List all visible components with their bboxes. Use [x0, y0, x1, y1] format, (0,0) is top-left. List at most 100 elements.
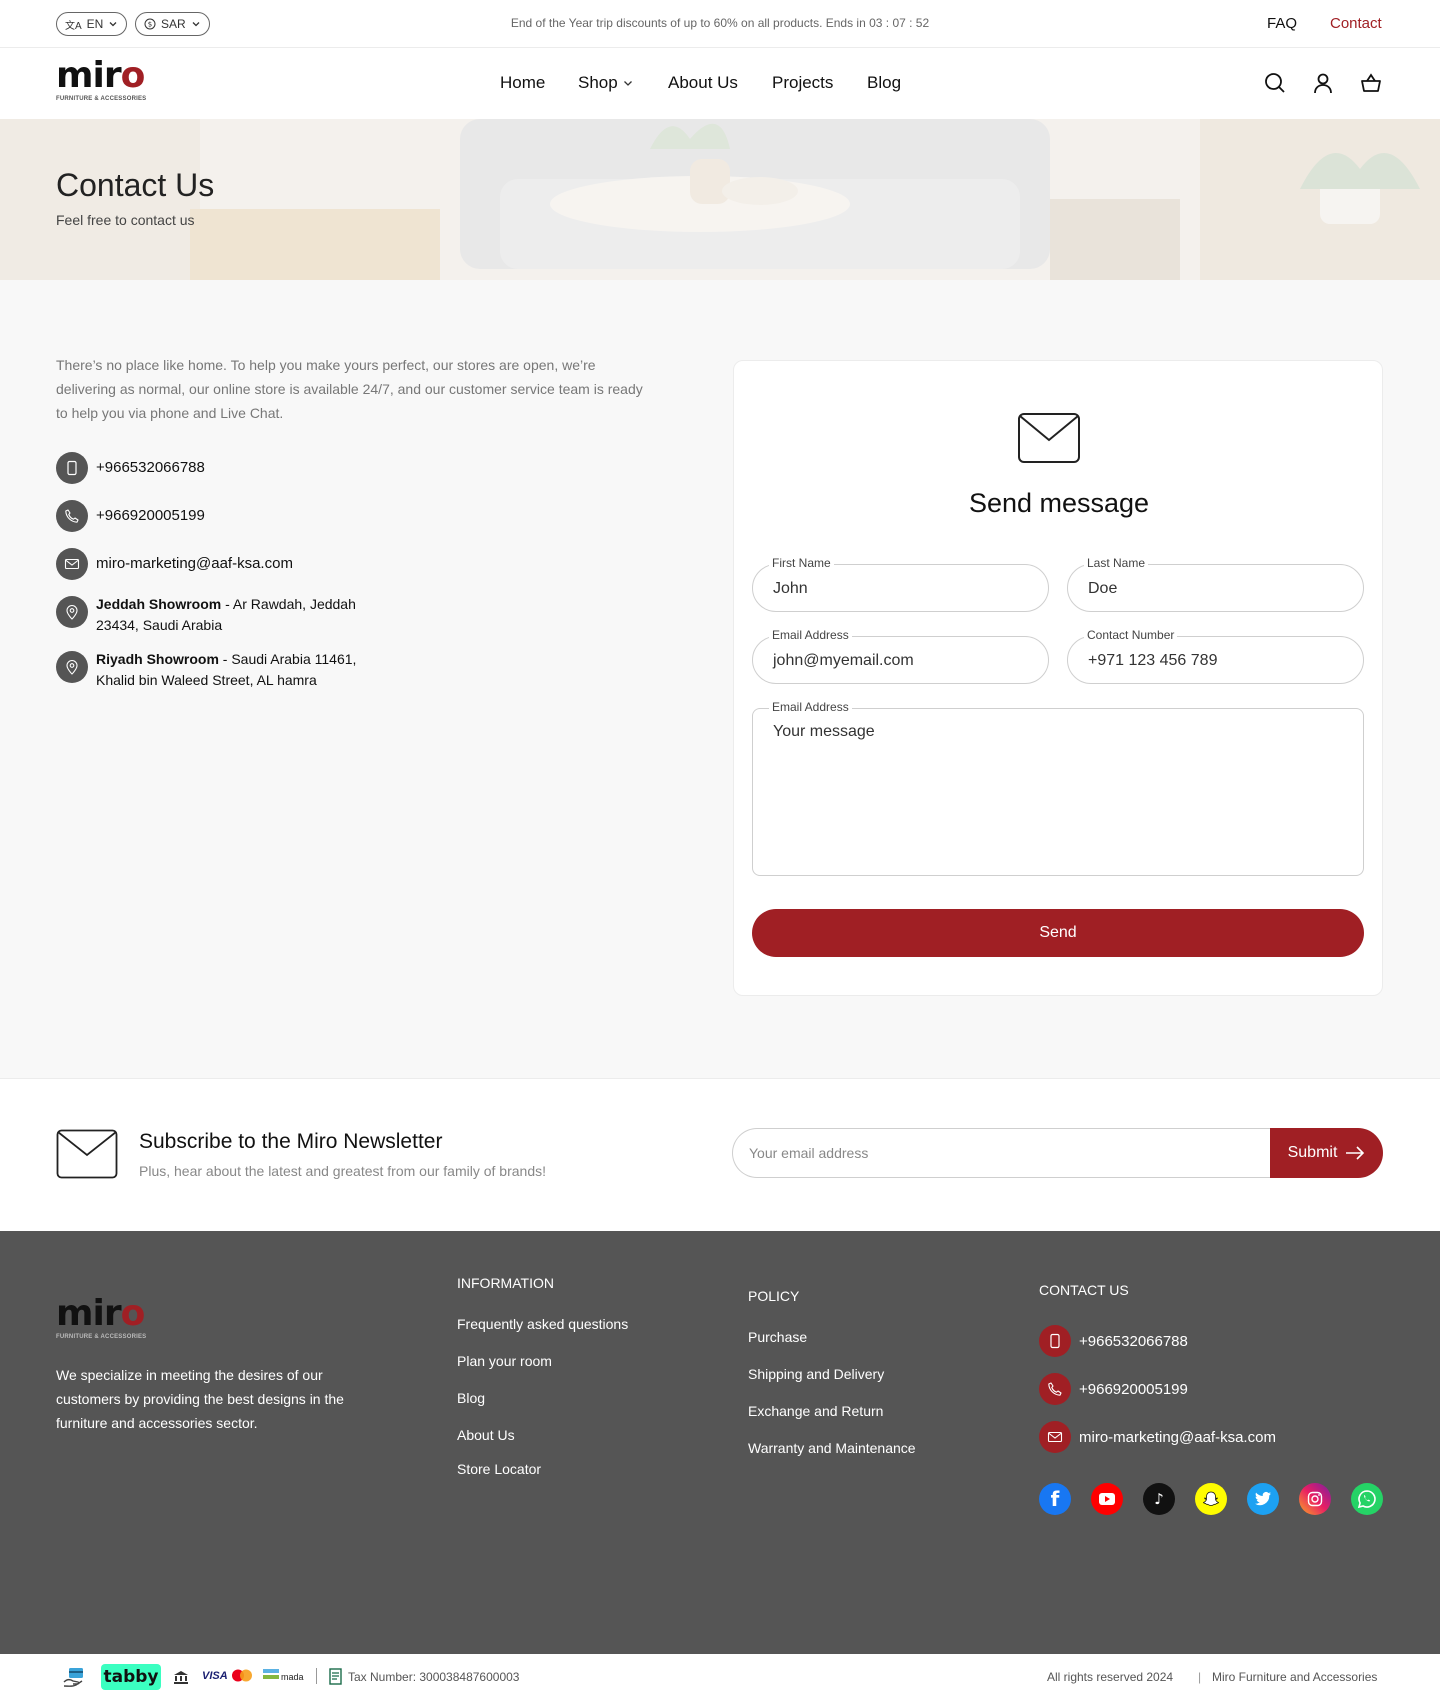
- contact-link[interactable]: Contact: [1330, 15, 1382, 32]
- message-textarea[interactable]: Email Address Your message: [752, 700, 1364, 876]
- nav-projects[interactable]: Projects: [772, 73, 833, 93]
- mastercard-icon: [231, 1669, 252, 1682]
- user-icon[interactable]: [1311, 71, 1335, 95]
- announcement-text: End of the Year trip discounts of up to …: [510, 16, 930, 30]
- tiktok-icon[interactable]: ♪: [1143, 1483, 1175, 1515]
- email-field[interactable]: Email Address john@myemail.com: [752, 628, 1049, 684]
- faq-link[interactable]: FAQ: [1267, 15, 1297, 32]
- location-pin-icon: [56, 596, 88, 628]
- language-value: EN: [86, 17, 104, 31]
- nav-about[interactable]: About Us: [668, 73, 738, 93]
- nav-projects-label: Projects: [772, 73, 834, 92]
- youtube-icon[interactable]: [1091, 1483, 1123, 1515]
- translate-icon: 文A: [65, 20, 82, 32]
- contact-mobile[interactable]: +966532066788: [56, 452, 205, 484]
- search-icon[interactable]: [1263, 71, 1287, 95]
- tax-document-icon: [329, 1668, 342, 1685]
- visa-label: VISA: [202, 1669, 228, 1682]
- first-name-field[interactable]: First Name John: [752, 556, 1049, 612]
- phone-icon: [56, 500, 88, 532]
- nav-shop[interactable]: Shop: [578, 73, 634, 93]
- send-button[interactable]: Send: [752, 909, 1364, 957]
- newsletter-title: Subscribe to the Miro Newsletter: [139, 1130, 443, 1153]
- mada-logo: mada: [263, 1667, 304, 1687]
- footer-description: We specialize in meeting the desires of …: [56, 1367, 344, 1431]
- message-label: Email Address: [769, 700, 852, 714]
- language-selector[interactable]: 文A EN: [56, 12, 128, 36]
- logo-accent-letter: o: [120, 1293, 146, 1334]
- tax-number: Tax Number: 300038487600003: [348, 1670, 520, 1684]
- company-name: Miro Furniture and Accessories: [1212, 1670, 1378, 1684]
- footer-contact-phone[interactable]: +966920005199: [1039, 1373, 1188, 1405]
- contact-phone[interactable]: +966920005199: [56, 500, 205, 532]
- footer-link-plan-room[interactable]: Plan your room: [457, 1353, 552, 1369]
- form-title: Send message: [968, 488, 1150, 518]
- footer-mobile-number: +966532066788: [1079, 1332, 1188, 1350]
- nav-blog[interactable]: Blog: [867, 73, 901, 93]
- main-header: miro FURNITURE & ACCESSORIES Home Shop A…: [0, 48, 1440, 119]
- footer-link-faq[interactable]: Frequently asked questions: [457, 1316, 628, 1332]
- contact-mobile-number: +966532066788: [96, 459, 205, 476]
- newsletter-email-input[interactable]: Your email address: [732, 1128, 1272, 1178]
- footer-link-purchase[interactable]: Purchase: [748, 1329, 807, 1345]
- contact-riyadh-showroom[interactable]: Riyadh Showroom - Saudi Arabia 11461, Kh…: [56, 649, 356, 691]
- mail-icon: [1039, 1421, 1071, 1453]
- showroom-name: Jeddah Showroom: [96, 596, 222, 612]
- showroom-address-line2: Khalid bin Waleed Street, AL hamra: [96, 672, 317, 688]
- facebook-icon[interactable]: f: [1039, 1483, 1071, 1515]
- whatsapp-icon[interactable]: [1351, 1483, 1383, 1515]
- newsletter-placeholder: Your email address: [749, 1145, 869, 1161]
- top-bar: 文A EN $ SAR End of the Year trip discoun…: [0, 0, 1440, 48]
- contact-heading: CONTACT US: [1039, 1282, 1129, 1298]
- contact-number-placeholder: +971 123 456 789: [1088, 652, 1218, 669]
- chevron-down-icon: [109, 22, 117, 27]
- newsletter-submit-button[interactable]: Submit: [1270, 1128, 1383, 1178]
- contact-intro: There’s no place like home. To help you …: [56, 357, 643, 421]
- contact-jeddah-showroom[interactable]: Jeddah Showroom - Ar Rawdah, Jeddah 2343…: [56, 594, 356, 636]
- logo-word: miro: [56, 55, 145, 96]
- snapchat-icon[interactable]: [1195, 1483, 1227, 1515]
- currency-value: SAR: [161, 17, 186, 31]
- footer-link-blog[interactable]: Blog: [457, 1390, 485, 1406]
- site-footer: miro FURNITURE & ACCESSORIES We speciali…: [0, 1231, 1440, 1654]
- last-name-placeholder: Doe: [1088, 580, 1118, 597]
- last-name-field[interactable]: Last Name Doe: [1067, 556, 1364, 612]
- email-placeholder: john@myemail.com: [773, 652, 914, 669]
- information-heading: INFORMATION: [457, 1275, 554, 1291]
- footer-link-exchange[interactable]: Exchange and Return: [748, 1403, 883, 1419]
- footer-link-store-locator[interactable]: Store Locator: [457, 1461, 541, 1477]
- footer-logo-tagline: FURNITURE & ACCESSORIES: [56, 1334, 147, 1340]
- footer-contact-email[interactable]: miro-marketing@aaf-ksa.com: [1039, 1421, 1276, 1453]
- bank-icon: [174, 1671, 188, 1684]
- email-label: Email Address: [769, 628, 852, 642]
- footer-logo[interactable]: miro FURNITURE & ACCESSORIES: [56, 1293, 147, 1341]
- page-subtitle: Feel free to contact us: [56, 212, 195, 228]
- cart-icon[interactable]: [1359, 71, 1383, 95]
- contact-email[interactable]: miro-marketing@aaf-ksa.com: [56, 548, 293, 580]
- contact-email-address: miro-marketing@aaf-ksa.com: [96, 555, 293, 572]
- contact-number-field[interactable]: Contact Number +971 123 456 789: [1067, 628, 1364, 684]
- footer-contact-mobile[interactable]: +966532066788: [1039, 1325, 1188, 1357]
- nav-home[interactable]: Home: [500, 73, 545, 93]
- contact-number-label: Contact Number: [1084, 628, 1178, 642]
- coin-icon: $: [144, 18, 156, 30]
- currency-selector[interactable]: $ SAR: [135, 12, 210, 36]
- logo[interactable]: miro FURNITURE & ACCESSORIES: [56, 55, 146, 103]
- mobile-icon: [56, 452, 88, 484]
- first-name-placeholder: John: [773, 580, 808, 597]
- phone-icon: [1039, 1373, 1071, 1405]
- contact-form-card: Send message First Name John Last Name D…: [733, 360, 1383, 996]
- newsletter-subtitle: Plus, hear about the latest and greatest…: [139, 1163, 546, 1179]
- submit-label: Submit: [1287, 1144, 1338, 1161]
- twitter-icon[interactable]: [1247, 1483, 1279, 1515]
- divider: |: [1198, 1670, 1202, 1684]
- footer-link-warranty[interactable]: Warranty and Maintenance: [748, 1440, 916, 1456]
- instagram-icon[interactable]: [1299, 1483, 1331, 1515]
- showroom-name: Riyadh Showroom: [96, 651, 219, 667]
- footer-link-about[interactable]: About Us: [457, 1427, 515, 1443]
- showroom-address: - Ar Rawdah, Jeddah: [221, 596, 356, 612]
- divider: [316, 1668, 317, 1684]
- footer-email-address: miro-marketing@aaf-ksa.com: [1079, 1428, 1276, 1446]
- hero-banner: Contact Us Feel free to contact us: [0, 119, 1440, 280]
- footer-link-shipping[interactable]: Shipping and Delivery: [748, 1366, 884, 1382]
